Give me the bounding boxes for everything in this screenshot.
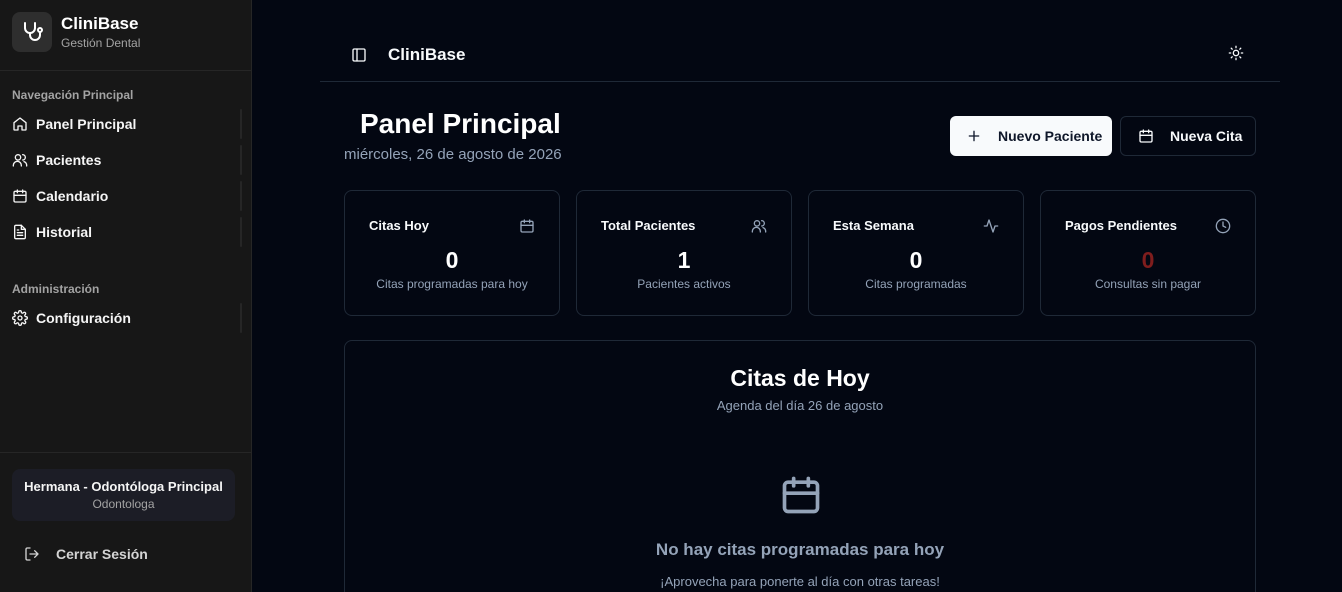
sidebar-item-panel-principal[interactable]: Panel Principal [0,106,251,142]
logout-label: Cerrar Sesión [56,546,148,562]
user-name: Hermana - Odontóloga Principal [24,479,223,494]
stat-card-citas-hoy: Citas Hoy 0 Citas programadas para hoy [344,190,560,316]
sidebar-item-label: Historial [36,224,93,240]
new-patient-button[interactable]: Nuevo Paciente [950,116,1112,156]
stat-title: Pagos Pendientes [1065,218,1177,233]
nav-group-label-admin: Administración [12,282,100,296]
sidebar-item-label: Configuración [36,310,131,326]
users-icon [12,152,28,168]
sun-icon[interactable] [1228,45,1244,61]
clock-icon [1215,218,1231,234]
stat-value: 1 [677,247,691,273]
stat-card-esta-semana: Esta Semana 0 Citas programadas [808,190,1024,316]
stat-subtitle: Citas programadas [865,277,967,291]
calendar-icon [1138,128,1154,144]
sidebar-toggle-icon[interactable] [349,45,369,65]
new-appointment-label: Nueva Cita [1170,128,1243,144]
sidebar-item-label: Panel Principal [36,116,137,132]
topbar: CliniBase [320,28,1280,82]
page-title: Panel Principal [360,108,561,139]
brand: CliniBase Gestión Dental [0,0,251,71]
new-patient-label: Nuevo Paciente [998,128,1103,144]
gear-icon [12,310,28,326]
stat-subtitle: Citas programadas para hoy [376,277,528,291]
topbar-title: CliniBase [388,44,466,64]
users-icon [751,218,767,234]
today-title: Citas de Hoy [730,365,870,391]
activity-icon [983,218,999,234]
stat-value: 0 [1141,247,1155,273]
home-icon [12,116,28,132]
stat-title: Total Pacientes [601,218,696,233]
calendar-icon [12,188,28,204]
brand-name: CliniBase [61,13,139,33]
stat-card-pagos-pendientes: Pagos Pendientes 0 Consultas sin pagar [1040,190,1256,316]
stethoscope-icon [12,12,52,52]
today-appointments-panel: Citas de Hoy Agenda del día 26 de agosto… [344,340,1256,592]
sidebar: CliniBase Gestión Dental Navegación Prin… [0,0,252,592]
user-card[interactable]: Hermana - Odontóloga Principal Odontolog… [12,469,235,521]
sidebar-item-historial[interactable]: Historial [0,214,251,250]
sidebar-item-calendario[interactable]: Calendario [0,178,251,214]
calendar-icon [779,473,823,517]
logout-icon [24,546,40,562]
stat-title: Citas Hoy [369,218,429,233]
stat-subtitle: Pacientes activos [637,277,731,291]
stat-subtitle: Consultas sin pagar [1094,277,1202,291]
file-text-icon [12,224,28,240]
user-role: Odontologa [92,497,155,511]
sidebar-item-label: Pacientes [36,152,102,168]
stat-title: Esta Semana [833,218,914,233]
nav-group-label-main: Navegación Principal [12,88,134,102]
sidebar-footer: Hermana - Odontóloga Principal Odontolog… [0,452,251,562]
stat-value: 0 [445,247,459,273]
brand-subtitle: Gestión Dental [61,35,141,50]
sidebar-item-label: Calendario [36,188,109,204]
page-date: miércoles, 26 de agosto de 2026 [344,146,562,163]
sidebar-item-pacientes[interactable]: Pacientes [0,142,251,178]
stat-value: 0 [909,247,923,273]
calendar-icon [519,218,535,234]
new-appointment-button[interactable]: Nueva Cita [1120,116,1256,156]
today-subtitle: Agenda del día 26 de agosto [716,398,884,413]
plus-icon [966,128,982,144]
logout-button[interactable]: Cerrar Sesión [0,546,251,562]
empty-state-title: No hay citas programadas para hoy [655,540,945,559]
stat-card-total-pacientes: Total Pacientes 1 Pacientes activos [576,190,792,316]
sidebar-item-configuracion[interactable]: Configuración [0,300,251,336]
empty-state-subtitle: ¡Aprovecha para ponerte al día con otras… [660,574,940,589]
